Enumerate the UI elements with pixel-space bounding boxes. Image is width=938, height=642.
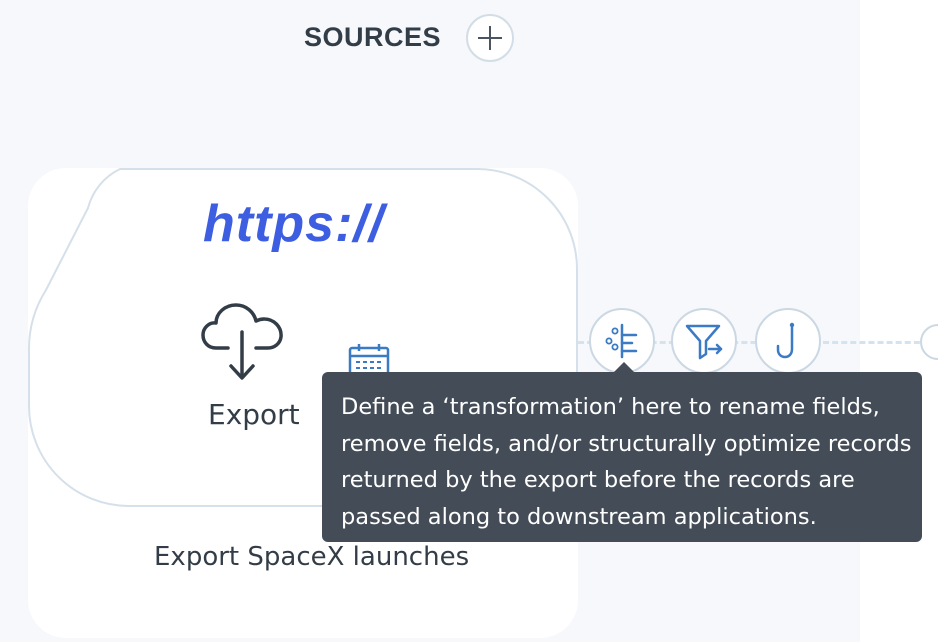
export-label: Export (208, 398, 300, 431)
sources-heading: SOURCES (304, 22, 442, 52)
next-step-button[interactable] (920, 324, 938, 360)
hook-icon (776, 322, 795, 359)
protocol-logo: https:// (203, 195, 385, 253)
sources-panel: SOURCES https:// Export Export SpaceX la… (0, 0, 860, 642)
transformation-icon (605, 323, 638, 359)
hook-step-button[interactable] (755, 308, 821, 374)
cloud-download-icon (201, 303, 283, 380)
plus-icon (478, 26, 502, 50)
filter-icon (685, 324, 723, 360)
calendar-icon[interactable] (348, 342, 392, 376)
filter-step-button[interactable] (671, 308, 737, 374)
source-card-name: Export SpaceX launches (154, 542, 470, 572)
add-source-button[interactable] (466, 14, 514, 62)
transformation-tooltip: Define a ‘transformation’ here to rename… (322, 372, 922, 542)
